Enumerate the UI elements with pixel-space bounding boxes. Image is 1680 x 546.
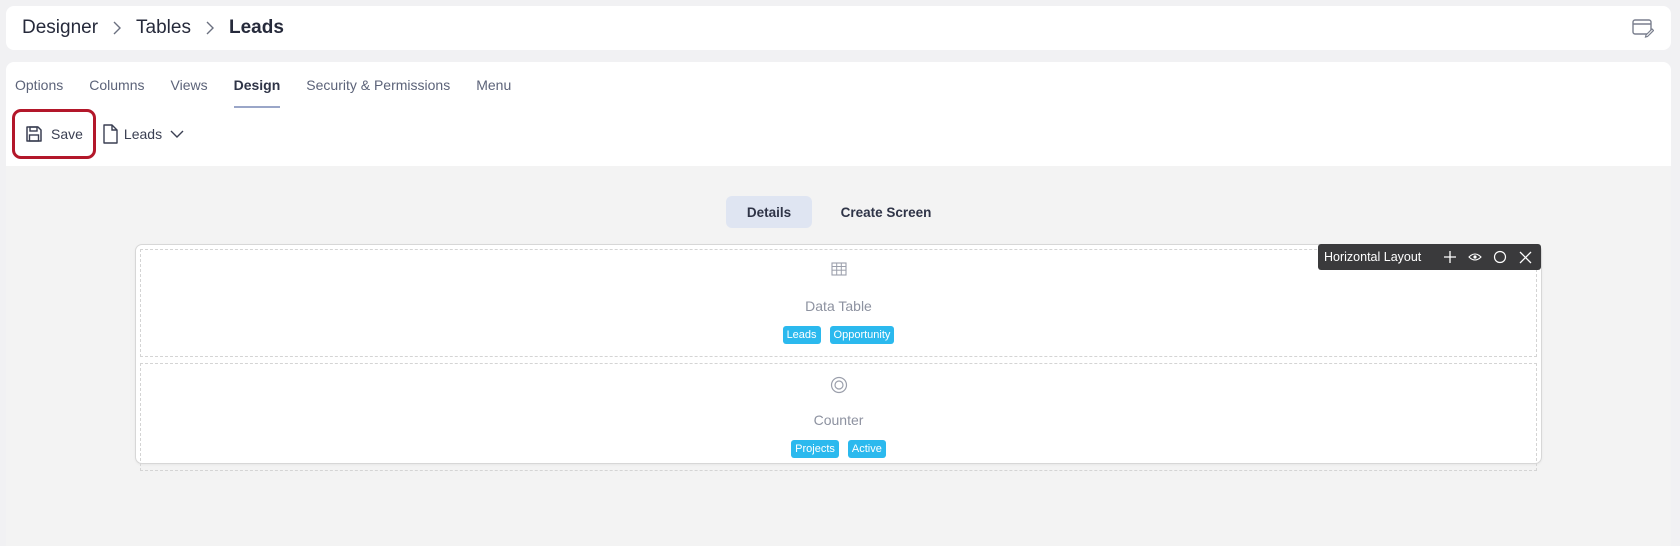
- close-icon[interactable]: [1516, 248, 1534, 266]
- layout-toolbar: Horizontal Layout: [1318, 244, 1541, 270]
- tag-projects[interactable]: Projects: [791, 440, 839, 458]
- tab-menu[interactable]: Menu: [476, 74, 511, 108]
- widget-tags: Leads Opportunity: [141, 326, 1536, 344]
- layout-toolbar-label: Horizontal Layout: [1324, 250, 1422, 264]
- tag-opportunity[interactable]: Opportunity: [829, 326, 895, 344]
- counter-icon: [830, 376, 848, 399]
- tab-options[interactable]: Options: [15, 74, 63, 108]
- grid-table-icon: [830, 262, 847, 281]
- designer-panel: Options Columns Views Design Security & …: [6, 62, 1671, 546]
- details-tab-button[interactable]: Details: [726, 196, 812, 228]
- tab-design[interactable]: Design: [233, 74, 280, 108]
- plus-icon[interactable]: [1441, 248, 1459, 266]
- view-selector-label: Leads: [123, 126, 163, 142]
- chevron-right-icon: [107, 18, 127, 38]
- header-bar: Designer Tables Leads: [6, 6, 1671, 50]
- screen-mode-switch: Details Create Screen: [726, 196, 960, 228]
- tab-bar: Options Columns Views Design Security & …: [15, 74, 537, 108]
- save-button[interactable]: Save: [12, 109, 96, 159]
- tab-security-permissions[interactable]: Security & Permissions: [306, 74, 450, 108]
- chevron-down-icon: [170, 130, 184, 138]
- breadcrumb-tables[interactable]: Tables: [136, 17, 191, 39]
- floppy-disk-icon: [26, 126, 42, 142]
- save-label: Save: [51, 126, 83, 142]
- widget-title: Counter: [813, 412, 864, 428]
- tag-active[interactable]: Active: [847, 440, 886, 458]
- document-icon: [103, 124, 118, 144]
- eye-icon[interactable]: [1466, 248, 1484, 266]
- breadcrumb-designer[interactable]: Designer: [22, 17, 98, 39]
- circle-icon[interactable]: [1491, 248, 1509, 266]
- view-selector-dropdown[interactable]: Leads: [102, 124, 184, 144]
- action-toolbar: Save Leads: [12, 108, 184, 160]
- create-screen-tab-button[interactable]: Create Screen: [812, 196, 960, 228]
- panel-edit-icon[interactable]: [1632, 18, 1655, 38]
- widget-title: Data Table: [805, 298, 872, 314]
- layout-canvas: Data Table Leads Opportunity Counter Pro…: [135, 244, 1542, 471]
- top-toolbar: Options Columns Views Design Security & …: [6, 62, 1671, 166]
- tab-views[interactable]: Views: [171, 74, 208, 108]
- tag-leads[interactable]: Leads: [782, 326, 821, 344]
- widget-tags: Projects Active: [141, 440, 1536, 458]
- tab-columns[interactable]: Columns: [89, 74, 144, 108]
- chevron-right-icon: [200, 18, 220, 38]
- breadcrumb-current: Leads: [228, 17, 284, 38]
- counter-widget[interactable]: Counter Projects Active: [140, 363, 1537, 471]
